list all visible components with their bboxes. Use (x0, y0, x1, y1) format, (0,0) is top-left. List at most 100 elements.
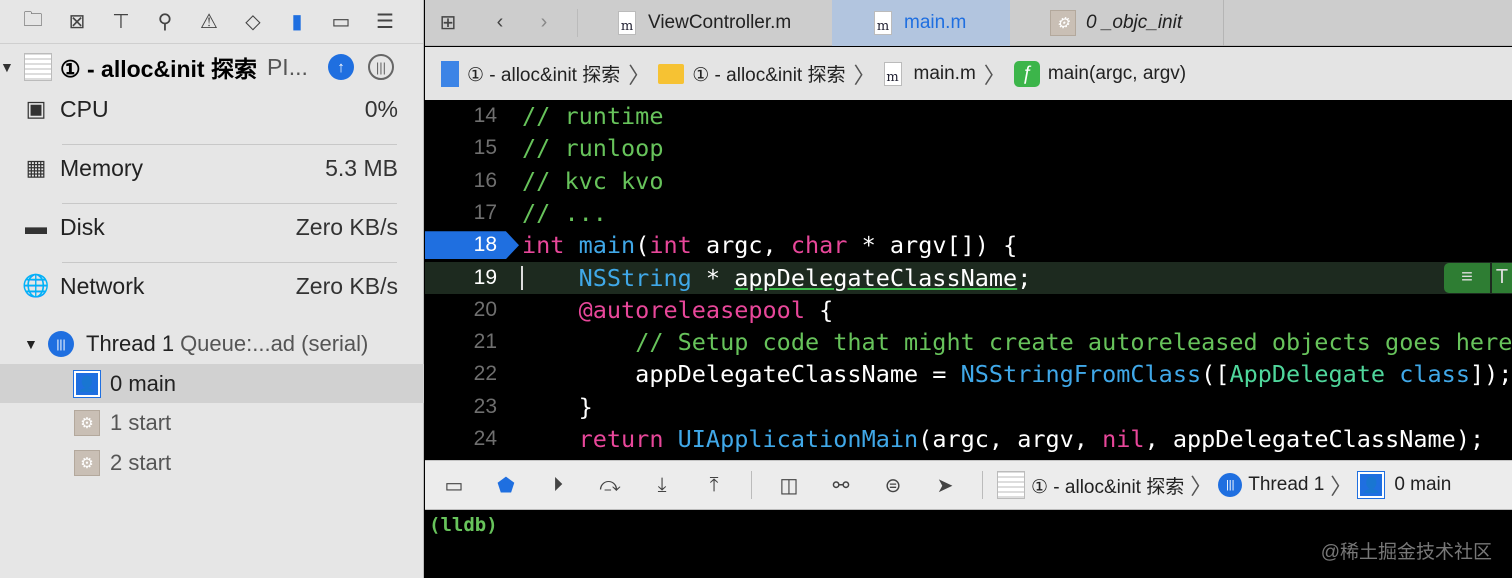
breadcrumb-item[interactable]: main.m (914, 63, 976, 85)
folder-icon[interactable]: 🗀 (18, 7, 48, 37)
search-icon[interactable]: ⚲ (150, 7, 180, 37)
gauge-cpu[interactable]: ▣ CPU 0% (0, 80, 424, 138)
breadcrumb-item[interactable]: ① - alloc&init 探索 (692, 60, 845, 87)
back-icon[interactable]: ‹ (485, 11, 515, 34)
divider (982, 471, 983, 499)
code-line[interactable]: 14 // runtime (425, 100, 1512, 132)
memory-icon: ▦ (25, 155, 47, 180)
line-number: 16 (473, 168, 497, 192)
navigator-toolbar: 🗀 ⊠ ⊤ ⚲ ⚠ ◇ ▮ ▭ ☰ (0, 0, 423, 44)
hide-debug-area-icon[interactable]: ▭ (439, 473, 469, 498)
frame-row[interactable]: 👤 0 main (0, 364, 424, 403)
code-line[interactable]: 16 // kvc kvo (425, 165, 1512, 197)
debug-process[interactable]: ① - alloc&init 探索 (1031, 472, 1184, 499)
code-token: , appDelegateClassName); (1144, 425, 1485, 453)
disk-icon: ▬ (25, 214, 47, 239)
debug-thread[interactable]: Thread 1 (1248, 474, 1324, 496)
breakpoint-icon[interactable]: ▭ (326, 7, 356, 37)
code-line[interactable]: 17 // ... (425, 197, 1512, 229)
forward-icon[interactable]: › (529, 11, 559, 34)
network-icon: 🌐 (22, 273, 50, 298)
code-text: @autoreleasepool { (522, 294, 834, 326)
chevron-right-icon: 〉 (853, 62, 876, 88)
thread-queue: Queue:...ad (serial) (180, 330, 369, 356)
code-line[interactable]: 24 return UIApplicationMain(argc, argv, … (425, 423, 1512, 455)
code-text: // ... (522, 197, 607, 229)
code-token: nil (1102, 425, 1145, 453)
threads-icon[interactable]: ||| (368, 54, 394, 80)
code-editor[interactable]: 14 // runtime 15 // runloop 16 // kvc kvo 17 //… (425, 100, 1512, 460)
report-icon[interactable]: ☰ (370, 7, 400, 37)
code-line[interactable]: 22 appDelegateClassName = NSStringFromCl… (425, 358, 1512, 390)
code-token: ([ (1201, 360, 1230, 389)
debug-icon[interactable]: ▮ (282, 7, 312, 37)
line-number: 23 (473, 394, 497, 418)
code-line[interactable]: 15 // runloop (425, 132, 1512, 164)
code-token: ]); (1469, 360, 1512, 389)
gauge-label: Memory (60, 154, 144, 181)
related-items-icon[interactable]: ⊞ (433, 10, 463, 35)
tab-viewcontroller[interactable]: m ViewController.m (604, 0, 832, 46)
step-over-icon[interactable]: ⤼ (595, 474, 625, 497)
line-number: 24 (473, 427, 497, 450)
gauge-memory[interactable]: ▦ Memory 5.3 MB (0, 139, 424, 197)
code-line[interactable]: 19 NSString * appDelegateClassName; ≡ T (425, 261, 1512, 294)
thread-badge[interactable]: ≡ T (1444, 262, 1512, 293)
step-out-icon[interactable]: ⤒ (699, 474, 729, 497)
system-frame-icon: ⚙ (74, 449, 100, 476)
thread-row[interactable]: ▼ ||| Thread 1 Queue:...ad (serial) (0, 324, 424, 363)
debug-navigator: 🗀 ⊠ ⊤ ⚲ ⚠ ◇ ▮ ▭ ☰ ▼ ① - alloc&init 探索 PI… (0, 0, 424, 578)
tab-main[interactable]: m main.m (832, 0, 1010, 46)
simulate-location-icon[interactable]: ➤ (930, 473, 960, 498)
code-text: // runtime (522, 100, 663, 132)
chevron-right-icon: 〉 (628, 62, 651, 88)
source-control-icon[interactable]: ⊠ (62, 7, 92, 37)
gauge-label: Network (60, 272, 145, 299)
test-icon[interactable]: ◇ (238, 7, 268, 37)
disclosure-triangle-icon[interactable]: ▼ (0, 59, 18, 75)
code-line[interactable]: 18 int main(int argc, char * argv[]) { (425, 229, 1512, 261)
tab-objc-init[interactable]: ⚙ 0 _objc_init (1010, 0, 1224, 46)
code-text: // Setup code that might create autorele… (522, 326, 1512, 358)
environment-overrides-icon[interactable]: ⊜ (878, 473, 908, 498)
step-into-icon[interactable]: ⤓ (647, 474, 677, 497)
line-number: 22 (473, 362, 497, 386)
gauge-network[interactable]: 🌐 Network Zero KB/s (0, 257, 424, 315)
memory-debug-icon[interactable]: ↑ (328, 54, 354, 80)
code-token: appDelegateClassName (734, 263, 1018, 292)
breakpoints-toggle-icon[interactable]: ⬟ (491, 473, 521, 498)
code-token: * (691, 263, 735, 292)
gauge-disk[interactable]: ▬ Disk Zero KB/s (0, 198, 424, 256)
code-token: { (804, 295, 834, 324)
code-line[interactable]: 21 // Setup code that might create autor… (425, 326, 1512, 358)
code-token: appDelegateClassName = (522, 360, 961, 389)
lldb-console[interactable]: (lldb) @稀土掘金技术社区 (425, 511, 1512, 578)
code-token: char (790, 231, 848, 260)
code-token: @autoreleasepool (578, 295, 805, 324)
divider (751, 471, 752, 499)
frame-row[interactable]: ⚙ 2 start (0, 443, 424, 482)
gauge-value: Zero KB/s (295, 213, 398, 240)
code-line[interactable]: 23 } (425, 391, 1512, 423)
line-number: 14 (473, 104, 497, 127)
code-text: return UIApplicationMain(argc, argv, nil… (522, 423, 1485, 455)
view-debugger-icon[interactable]: ◫ (774, 473, 804, 498)
menu-icon[interactable]: ≡ (1444, 262, 1490, 293)
app-icon (997, 471, 1025, 499)
breadcrumb-item[interactable]: ① - alloc&init 探索 (467, 60, 620, 87)
breadcrumb-item[interactable]: main(argc, argv) (1048, 63, 1186, 85)
code-line[interactable]: 20 @autoreleasepool { (425, 294, 1512, 326)
debug-frame[interactable]: 0 main (1394, 474, 1451, 496)
frame-row[interactable]: ⚙ 1 start (0, 403, 424, 442)
breadcrumb: ① - alloc&init 探索〉 ① - alloc&init 探索〉 m … (425, 47, 1512, 100)
continue-icon[interactable]: ⏵ (543, 474, 573, 497)
tab-label: ViewController.m (648, 11, 792, 33)
memory-graph-icon[interactable]: ⚯ (826, 473, 856, 498)
disclosure-triangle-icon[interactable]: ▼ (24, 336, 48, 352)
hierarchy-icon[interactable]: ⊤ (106, 7, 136, 37)
code-text: // runloop (522, 132, 663, 164)
warning-icon[interactable]: ⚠ (194, 7, 224, 37)
badge-label: T (1492, 262, 1512, 293)
